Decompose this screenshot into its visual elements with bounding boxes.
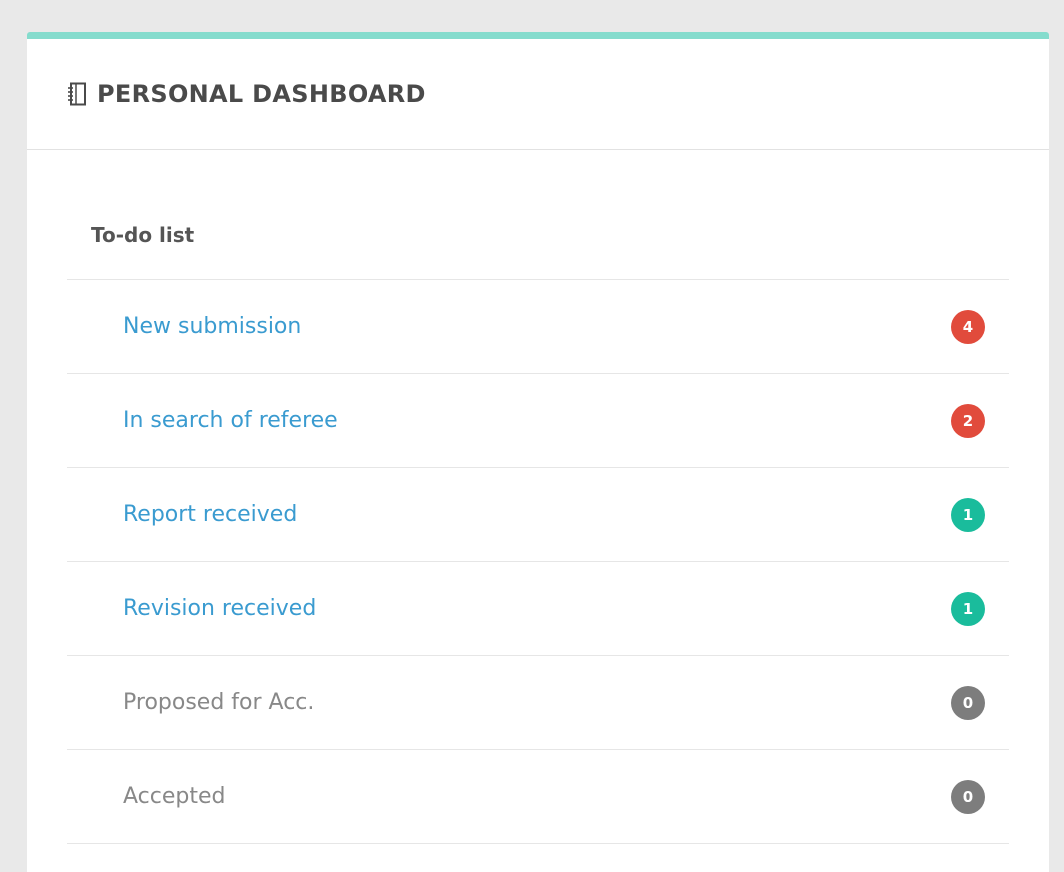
todo-list: New submission 4 In search of referee 2 … — [67, 280, 1009, 844]
todo-item-proposed-for-acc: Proposed for Acc. 0 — [67, 656, 1009, 750]
panel-title: PERSONAL DASHBOARD — [97, 80, 426, 108]
count-badge: 1 — [951, 591, 985, 626]
todo-item-label[interactable]: In search of referee — [123, 408, 338, 433]
todo-item-label[interactable]: New submission — [123, 314, 301, 339]
count-badge: 0 — [951, 685, 985, 720]
todo-item-revision-received[interactable]: Revision received 1 — [67, 562, 1009, 656]
todo-item-label: Proposed for Acc. — [123, 690, 315, 715]
personal-dashboard-panel: PERSONAL DASHBOARD To-do list New submis… — [27, 32, 1049, 872]
count-badge: 4 — [951, 309, 985, 344]
todo-item-accepted: Accepted 0 — [67, 750, 1009, 844]
panel-header: PERSONAL DASHBOARD — [27, 39, 1049, 150]
count-badge: 2 — [951, 403, 985, 438]
todo-item-label[interactable]: Revision received — [123, 596, 316, 621]
todo-item-label[interactable]: Report received — [123, 502, 297, 527]
todo-item-label: Accepted — [123, 784, 226, 809]
todo-item-new-submission[interactable]: New submission 4 — [67, 280, 1009, 374]
todo-item-report-received[interactable]: Report received 1 — [67, 468, 1009, 562]
todo-item-in-search-of-referee[interactable]: In search of referee 2 — [67, 374, 1009, 468]
panel-body: To-do list New submission 4 In search of… — [27, 150, 1049, 844]
notebook-icon — [67, 82, 87, 106]
count-badge: 0 — [951, 779, 985, 814]
count-badge: 1 — [951, 497, 985, 532]
todo-list-heading: To-do list — [67, 150, 1009, 280]
